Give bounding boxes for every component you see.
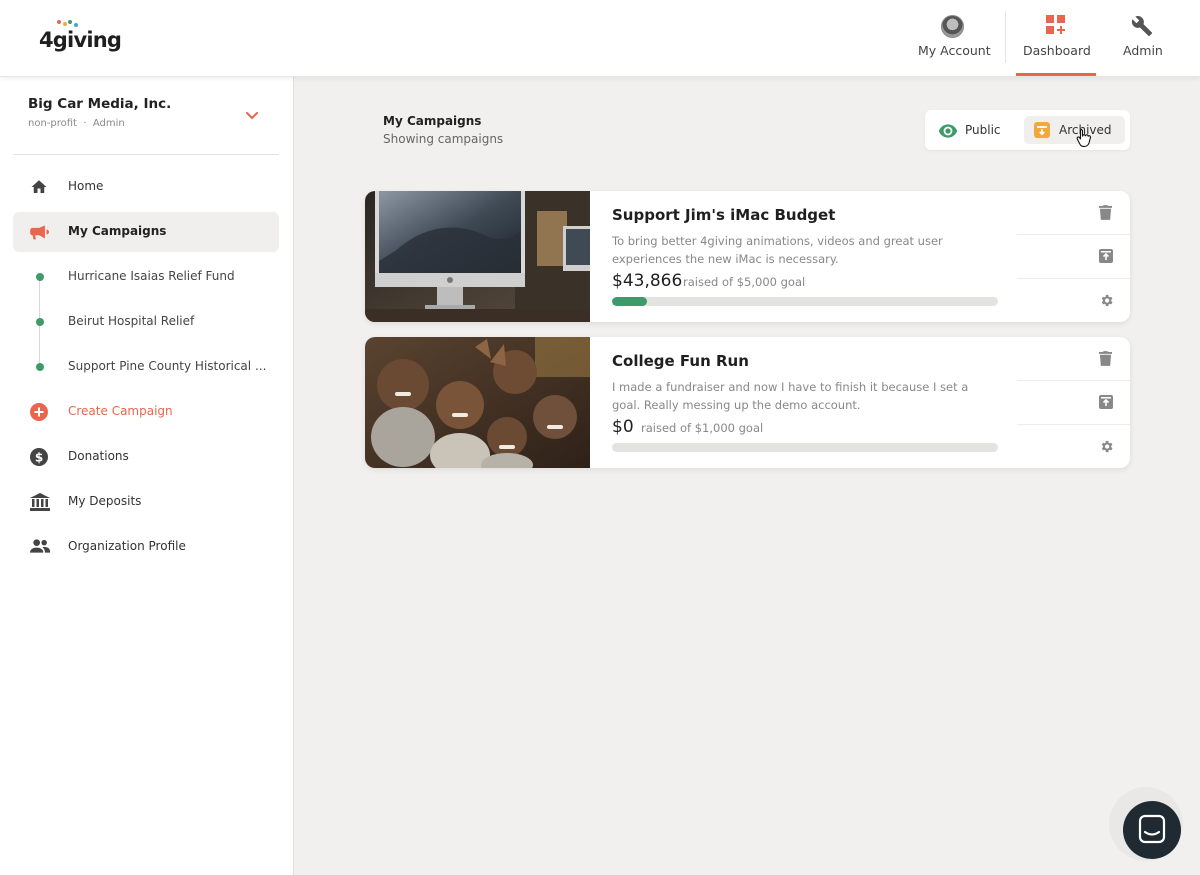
sidebar-item-label: Create Campaign [68,404,173,418]
people-icon [30,538,50,556]
settings-button[interactable] [1017,424,1130,467]
campaign-goal-text: raised of $1,000 goal [641,421,764,435]
campaign-card[interactable]: Support Jim's iMac Budget To bring bette… [365,191,1130,322]
unarchive-button[interactable] [1017,380,1130,423]
chat-launcher-button[interactable] [1109,787,1183,861]
top-header: 4giving My Account Dashboard Admin [0,0,1200,77]
campaign-title[interactable]: College Fun Run [612,352,749,370]
campaign-actions [1017,191,1130,322]
sidebar: Big Car Media, Inc. non-profit · Admin H… [0,77,294,875]
campaign-progress-bar [612,443,998,452]
eye-icon [938,123,958,142]
campaign-amount-raised: $43,866 [612,271,683,291]
campaign-goal-text: raised of $5,000 goal [683,275,806,289]
org-type: non-profit [28,118,77,129]
org-meta: non-profit · Admin [28,118,125,129]
trash-icon [1099,351,1112,366]
sidebar-item-label: Organization Profile [68,539,186,553]
campaign-dot [36,363,44,371]
megaphone-icon [30,223,49,241]
campaign-progress-bar [612,297,998,306]
campaign-image-children [365,337,590,468]
campaign-card[interactable]: College Fun Run I made a fundraiser and … [365,337,1130,468]
campaign-image-imac [365,191,590,322]
bank-icon [30,493,50,511]
nav-my-account-label: My Account [918,43,991,58]
campaign-progress-fill [612,297,647,306]
dollar-circle-icon: $ [30,448,48,466]
hand-cursor-icon [1076,128,1092,152]
filter-archived-button[interactable]: Archived [1024,116,1125,144]
plus-circle-icon [30,403,48,421]
sidebar-item-home[interactable]: Home [13,167,279,207]
sidebar-item-label: Beirut Hospital Relief [68,314,195,328]
archive-box-icon [1099,395,1113,409]
sidebar-item-create-campaign[interactable]: Create Campaign [13,392,279,432]
org-name: Big Car Media, Inc. [28,96,172,112]
sidebar-item-organization-profile[interactable]: Organization Profile [13,527,279,567]
visibility-filter: Public Archived [925,110,1130,150]
delete-button[interactable] [1017,191,1130,234]
archive-box-icon [1099,249,1113,263]
home-icon [30,178,48,196]
nav-admin-label: Admin [1123,43,1163,58]
sidebar-item-hurricane-isaias[interactable]: Hurricane Isaias Relief Fund [13,257,279,297]
sidebar-item-label: Home [68,179,104,193]
gear-icon [1101,294,1113,307]
nav-dashboard-label: Dashboard [1023,43,1091,58]
org-switcher-chevron-down-icon[interactable] [245,106,259,125]
filter-public-label: Public [965,123,1001,137]
org-role: Admin [92,118,125,129]
logo-text: 4giving [39,28,122,52]
sidebar-item-pine-county[interactable]: Support Pine County Historical ... [13,347,279,387]
sidebar-item-label: My Deposits [68,494,142,508]
page-title: My Campaigns [383,114,482,128]
chat-icon [1123,801,1181,859]
dashboard-icon [1046,15,1066,39]
unarchive-button[interactable] [1017,234,1130,277]
avatar [941,15,964,38]
sidebar-item-label: My Campaigns [68,224,167,238]
sidebar-item-donations[interactable]: $ Donations [13,437,279,477]
page-subtitle: Showing campaigns [383,132,504,146]
campaign-dot [36,318,44,326]
campaign-description: I made a fundraiser and now I have to fi… [612,380,969,412]
trash-icon [1099,205,1112,220]
campaign-dot [36,273,44,281]
sidebar-item-label: Hurricane Isaias Relief Fund [68,269,235,283]
filter-public-button[interactable]: Public [935,116,1023,144]
nav-my-account[interactable]: My Account [908,0,998,77]
meta-separator: · [80,118,93,129]
active-nav-underline [1016,73,1096,76]
nav-admin[interactable]: Admin [1106,0,1178,77]
campaign-title[interactable]: Support Jim's iMac Budget [612,206,835,224]
sidebar-item-label: Support Pine County Historical ... [68,359,267,373]
nav-divider [1005,11,1006,63]
archive-box-icon [1034,122,1050,142]
svg-text:$: $ [35,451,43,465]
sidebar-divider [13,154,279,155]
gear-icon [1101,440,1113,453]
nav-dashboard[interactable]: Dashboard [1016,0,1096,77]
sidebar-item-label: Donations [68,449,129,463]
settings-button[interactable] [1017,278,1130,321]
sidebar-item-my-campaigns[interactable]: My Campaigns [13,212,279,252]
delete-button[interactable] [1017,337,1130,380]
campaign-description: To bring better 4giving animations, vide… [612,234,943,266]
wrench-icon [1131,15,1153,41]
campaign-amount-raised: $0 [612,417,634,437]
sidebar-item-my-deposits[interactable]: My Deposits [13,482,279,522]
campaign-actions [1017,337,1130,468]
sidebar-item-beirut-hospital[interactable]: Beirut Hospital Relief [13,302,279,342]
